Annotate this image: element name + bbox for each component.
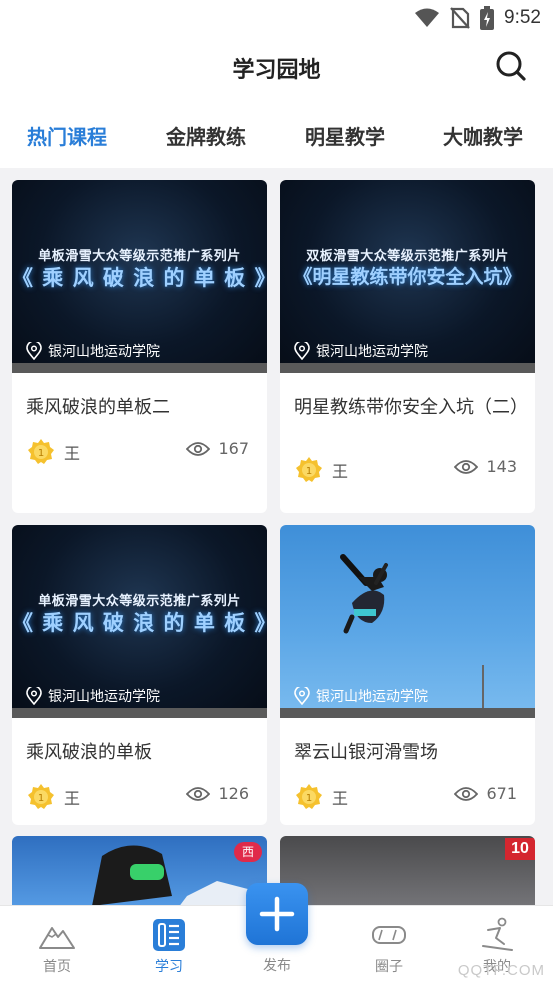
author-name: 王 — [64, 789, 81, 808]
medal-rank: 1 — [306, 793, 312, 804]
gold-medal-icon: 1 — [296, 784, 322, 809]
course-title[interactable]: 乘风破浪的单板二 — [12, 373, 267, 425]
eye-icon — [454, 459, 479, 474]
author-name: 王 — [332, 462, 349, 481]
author[interactable]: 1 王 — [26, 782, 80, 812]
gold-medal-icon: 1 — [296, 457, 322, 482]
progress-bar — [12, 363, 267, 373]
skier-icon — [482, 917, 513, 951]
course-card[interactable]: 银河山地运动学院 翠云山银河滑雪场 1 王 671 — [280, 525, 535, 825]
channel-badge: 西 — [234, 842, 262, 862]
no-sim-icon — [450, 7, 470, 29]
tab-gold-coaches[interactable]: 金牌教练 — [166, 121, 246, 150]
tab-expert-teaching[interactable]: 大咖教学 — [443, 121, 523, 150]
location-pin-icon — [26, 342, 42, 360]
view-count: 143 — [454, 457, 517, 476]
location-tag: 银河山地运动学院 — [294, 686, 428, 706]
view-count: 126 — [186, 784, 249, 803]
progress-bar — [280, 363, 535, 373]
course-title[interactable]: 翠云山银河滑雪场 — [280, 718, 535, 770]
thumbnail-title: 《 乘 风 破 浪 的 单 板 》 — [12, 611, 267, 635]
course-card[interactable]: 单板滑雪大众等级示范推广系列片 《 乘 风 破 浪 的 单 板 》 银河山地运动… — [12, 180, 267, 513]
status-bar: 9:52 — [0, 0, 553, 38]
location-pin-icon — [26, 687, 42, 705]
eye-icon — [186, 786, 211, 801]
wifi-icon — [415, 8, 440, 27]
author[interactable]: 1 王 — [26, 437, 80, 467]
medal-rank: 1 — [38, 793, 44, 804]
gold-medal-icon: 1 — [28, 784, 54, 809]
status-icons: 9:52 — [414, 6, 541, 30]
nav-circle-label: 圈子 — [375, 959, 403, 975]
publish-button[interactable] — [246, 883, 308, 945]
search-icon — [496, 51, 526, 81]
card-meta: 1 王 143 — [280, 443, 535, 495]
nav-study[interactable]: 学习 — [114, 906, 224, 983]
author[interactable]: 1 王 — [294, 455, 348, 485]
goggles-icon — [372, 926, 406, 944]
thumbnail-title: 《明星教练带你安全入坑》 — [293, 266, 522, 288]
nav-study-label: 学习 — [155, 959, 183, 975]
status-time: 9:52 — [504, 7, 541, 28]
video-thumbnail[interactable]: 银河山地运动学院 — [280, 525, 535, 718]
nav-publish-label: 发布 — [263, 958, 291, 974]
nav-home-label: 首页 — [43, 959, 71, 975]
card-meta: 1 王 126 — [12, 770, 267, 822]
eye-icon — [454, 786, 479, 801]
video-thumbnail[interactable]: 双板滑雪大众等级示范推广系列片 《明星教练带你安全入坑》 银河山地运动学院 — [280, 180, 535, 373]
view-count-value: 167 — [218, 439, 249, 458]
skier-photo — [92, 845, 267, 916]
card-meta: 1 王 671 — [280, 770, 535, 822]
watermark: QQTF.COM — [457, 962, 545, 979]
category-tabs: 热门课程 金牌教练 明星教学 大咖教学 — [0, 98, 553, 168]
video-thumbnail[interactable]: 单板滑雪大众等级示范推广系列片 《 乘 风 破 浪 的 单 板 》 银河山地运动… — [12, 525, 267, 718]
thumbnail-title: 《 乘 风 破 浪 的 单 板 》 — [12, 266, 267, 290]
view-count: 167 — [186, 439, 249, 458]
course-card-partial[interactable]: 10 — [280, 836, 535, 916]
tab-hot-courses[interactable]: 热门课程 — [27, 121, 107, 150]
course-title[interactable]: 乘风破浪的单板 — [12, 718, 267, 770]
study-icon — [153, 919, 185, 951]
location-pin-icon — [294, 342, 310, 360]
location-label: 银河山地运动学院 — [48, 689, 160, 705]
progress-bar — [280, 708, 535, 718]
header: 学习园地 — [0, 38, 553, 98]
location-label: 银河山地运动学院 — [316, 344, 428, 360]
gold-medal-icon: 1 — [28, 439, 54, 464]
medal-rank: 1 — [306, 466, 312, 477]
course-card[interactable]: 双板滑雪大众等级示范推广系列片 《明星教练带你安全入坑》 银河山地运动学院 明星… — [280, 180, 535, 513]
view-count-value: 126 — [218, 784, 249, 803]
page-title: 学习园地 — [232, 58, 321, 83]
course-card-partial[interactable]: 西 — [12, 836, 267, 916]
battery-icon — [480, 6, 495, 30]
eye-icon — [186, 441, 211, 456]
progress-bar — [12, 708, 267, 718]
search-button[interactable] — [495, 50, 527, 82]
location-label: 银河山地运动学院 — [316, 689, 428, 705]
medal-rank: 1 — [38, 448, 44, 459]
author-name: 王 — [332, 789, 349, 808]
mountain-icon — [39, 927, 75, 949]
location-tag: 银河山地运动学院 — [26, 686, 160, 706]
video-thumbnail[interactable]: 单板滑雪大众等级示范推广系列片 《 乘 风 破 浪 的 单 板 》 银河山地运动… — [12, 180, 267, 373]
author-name: 王 — [64, 444, 81, 463]
nav-home[interactable]: 首页 — [2, 906, 112, 983]
card-meta: 1 王 167 — [12, 425, 267, 477]
author[interactable]: 1 王 — [294, 782, 348, 812]
location-pin-icon — [294, 687, 310, 705]
nav-circle[interactable]: 圈子 — [334, 906, 444, 983]
number-badge: 10 — [505, 838, 535, 860]
location-label: 银河山地运动学院 — [48, 344, 160, 360]
course-card[interactable]: 单板滑雪大众等级示范推广系列片 《 乘 风 破 浪 的 单 板 》 银河山地运动… — [12, 525, 267, 825]
view-count-value: 143 — [486, 457, 517, 476]
tab-star-teaching[interactable]: 明星教学 — [305, 121, 385, 150]
plus-icon — [259, 896, 295, 932]
view-count-value: 671 — [486, 784, 517, 803]
location-tag: 银河山地运动学院 — [26, 341, 160, 361]
view-count: 671 — [454, 784, 517, 803]
location-tag: 银河山地运动学院 — [294, 341, 428, 361]
